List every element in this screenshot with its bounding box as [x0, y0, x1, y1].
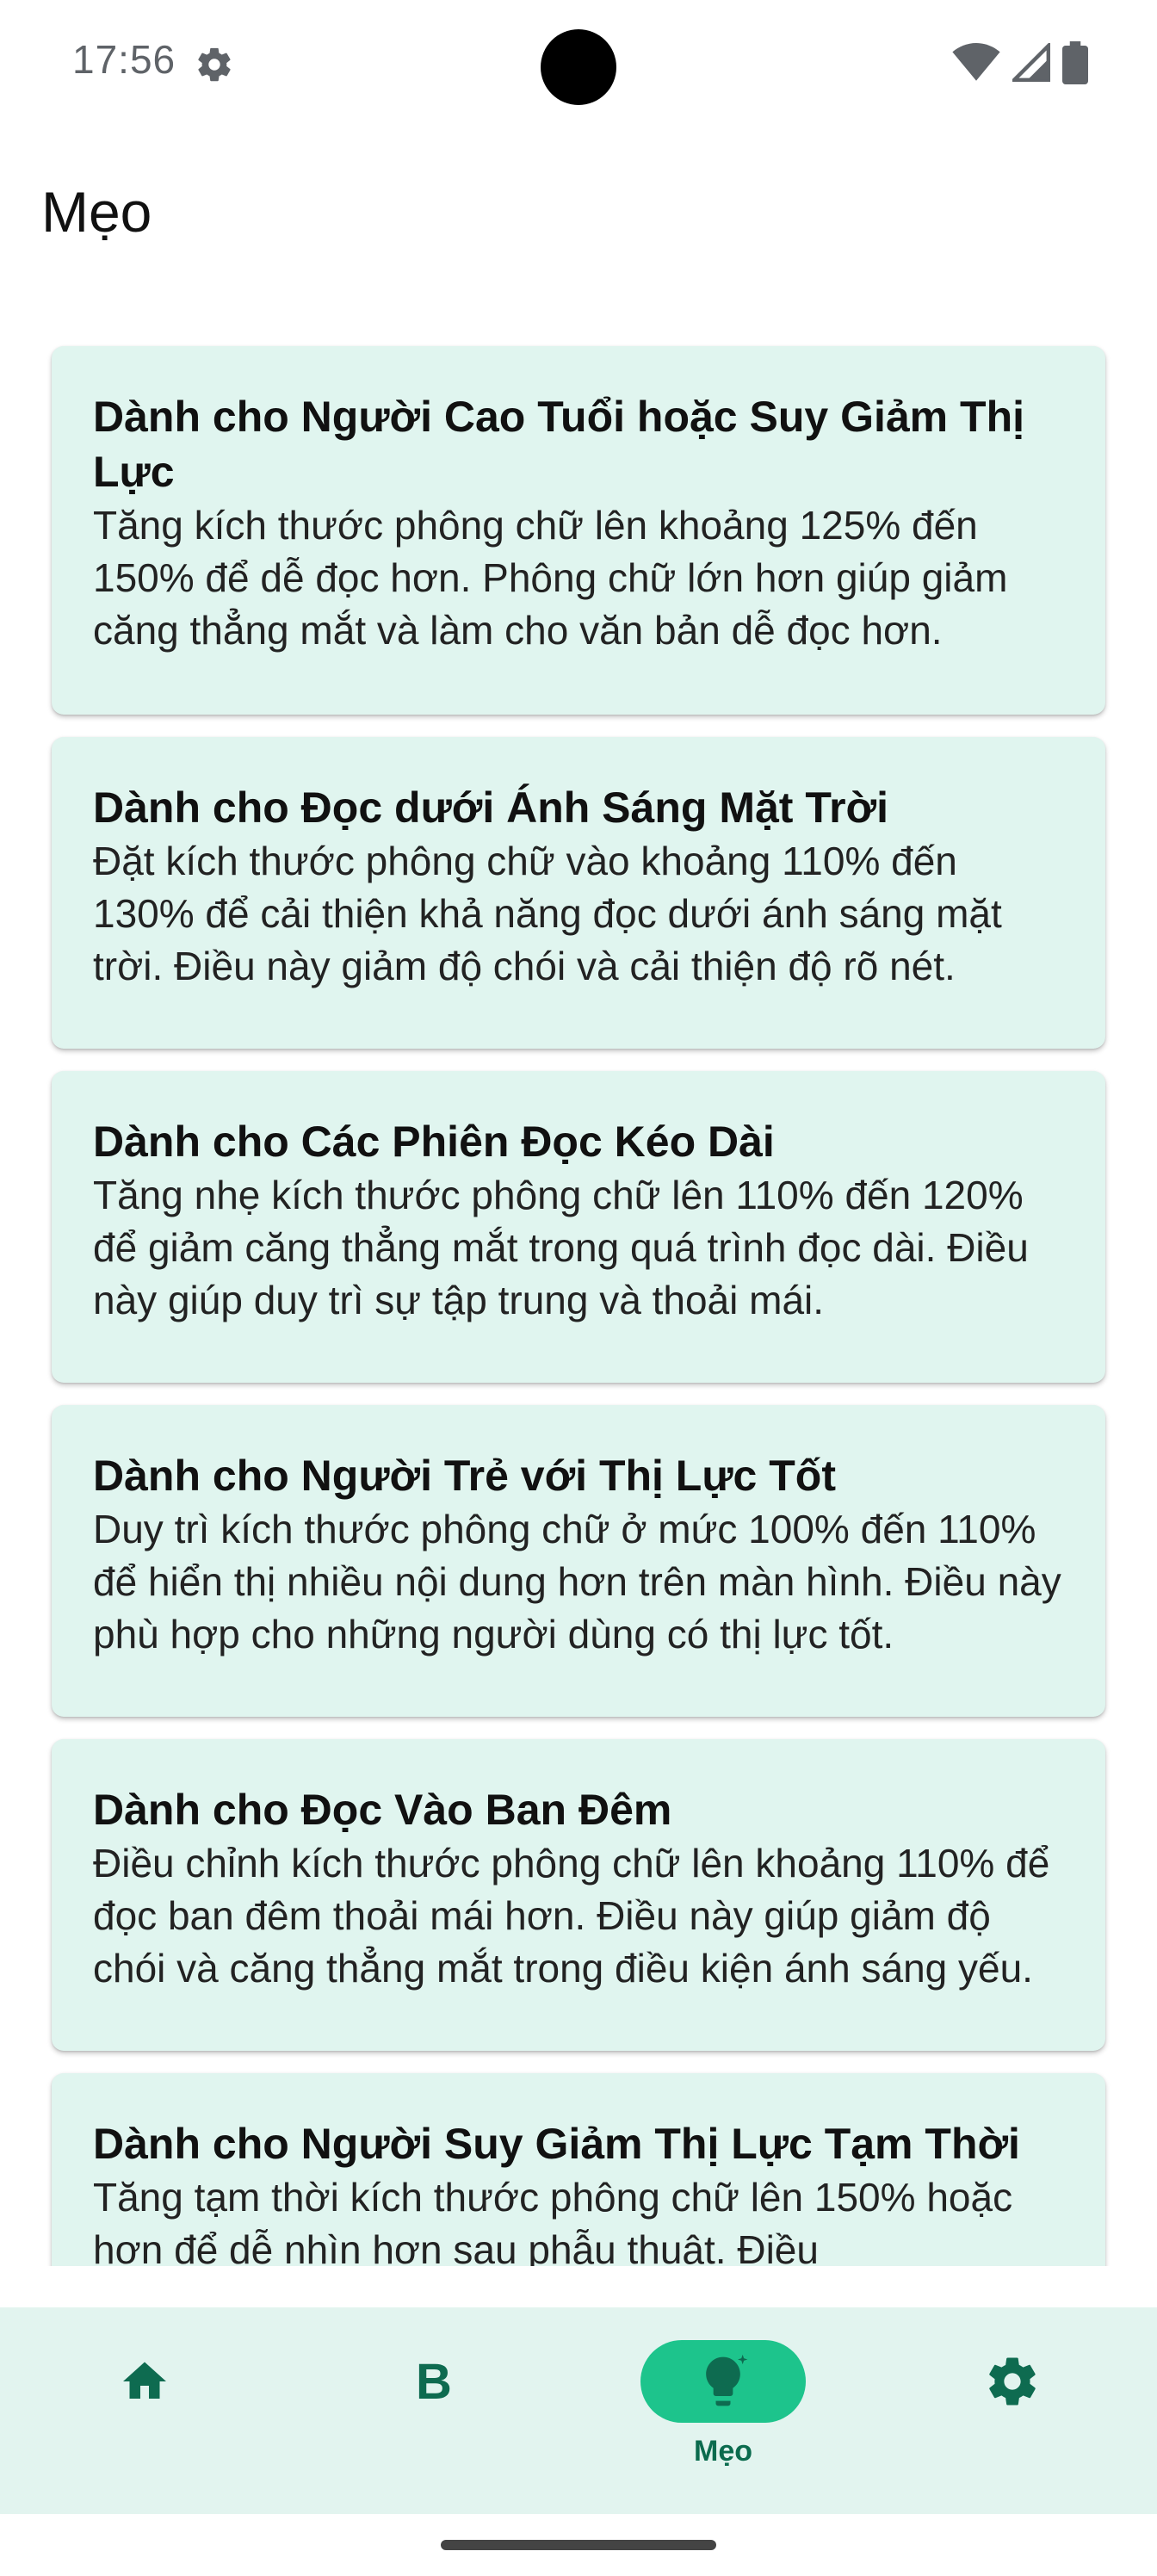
tip-body: Đặt kích thước phông chữ vào khoảng 110%… [93, 839, 1002, 988]
tip-body: Tăng nhẹ kích thước phông chữ lên 110% đ… [93, 1173, 1029, 1322]
nav-home-pill[interactable] [62, 2340, 227, 2423]
tip-card[interactable]: Dành cho Đọc dưới Ánh Sáng Mặt Trời Đặt … [52, 737, 1105, 1049]
tip-card[interactable]: Dành cho Đọc Vào Ban Đêm Điều chỉnh kích… [52, 1739, 1105, 2051]
tip-title: Dành cho Các Phiên Đọc Kéo Dài [93, 1118, 775, 1166]
wifi-icon [952, 43, 1000, 81]
status-time: 17:56 [72, 37, 176, 82]
page-title: Mẹo [41, 180, 152, 244]
settings-icon [989, 2357, 1036, 2406]
tip-title: Dành cho Đọc Vào Ban Đêm [93, 1786, 672, 1834]
settings-gear-icon [198, 47, 231, 82]
nav-b-pill[interactable]: B [351, 2340, 517, 2423]
b-letter-icon: B [416, 2353, 452, 2410]
tip-card[interactable]: Dành cho Người Cao Tuổi hoặc Suy Giảm Th… [52, 346, 1105, 715]
tip-title: Dành cho Người Suy Giảm Thị Lực Tạm Thời [93, 2120, 1020, 2168]
gesture-handle[interactable] [441, 2540, 716, 2550]
nav-home[interactable] [62, 2307, 227, 2514]
tip-card[interactable]: Dành cho Các Phiên Đọc Kéo Dài Tăng nhẹ … [52, 1071, 1105, 1383]
tip-body: Tăng kích thước phông chữ lên khoảng 125… [93, 503, 1008, 653]
nav-tips-label: Mẹo [694, 2435, 752, 2468]
status-bar: 17:56 [0, 0, 1157, 129]
nav-b[interactable]: B [351, 2307, 517, 2514]
status-icons [952, 41, 1088, 84]
signal-icon [1012, 43, 1050, 82]
tip-title: Dành cho Người Trẻ với Thị Lực Tốt [93, 1452, 836, 1500]
tip-body: Điều chỉnh kích thước phông chữ lên khoả… [93, 1841, 1050, 1991]
battery-icon [1062, 41, 1088, 84]
tip-title: Dành cho Đọc dưới Ánh Sáng Mặt Trời [93, 783, 888, 832]
nav-settings[interactable] [930, 2307, 1095, 2514]
front-camera [541, 29, 616, 105]
nav-settings-pill[interactable] [930, 2340, 1095, 2423]
lightbulb-icon [706, 2354, 748, 2406]
tip-body: Tăng tạm thời kích thước phông chữ lên 1… [93, 2175, 1013, 2266]
nav-tips[interactable]: Mẹo [640, 2307, 806, 2514]
tip-body: Duy trì kích thước phông chữ ở mức 100% … [93, 1507, 1061, 1656]
tip-title: Dành cho Người Cao Tuổi hoặc Suy Giảm Th… [93, 393, 1025, 496]
tips-list[interactable]: Dành cho Người Cao Tuổi hoặc Suy Giảm Th… [0, 343, 1157, 2266]
home-icon [123, 2362, 166, 2399]
tip-card[interactable]: Dành cho Người Suy Giảm Thị Lực Tạm Thời… [52, 2073, 1105, 2266]
nav-tips-pill[interactable] [640, 2340, 806, 2423]
tip-card[interactable]: Dành cho Người Trẻ với Thị Lực Tốt Duy t… [52, 1405, 1105, 1717]
bottom-navigation: B Mẹo [0, 2307, 1157, 2514]
